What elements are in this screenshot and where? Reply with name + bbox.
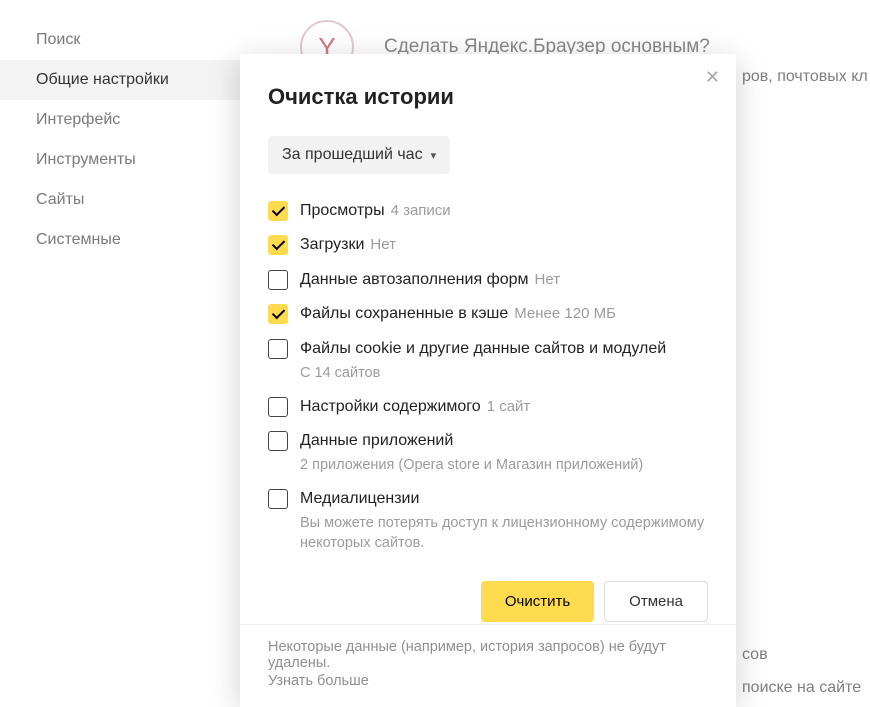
option-hint: Нет: [370, 236, 396, 253]
option-label: Данные автозаполнения форм: [300, 271, 529, 288]
option-downloads: Загрузки Нет: [268, 234, 708, 256]
option-sub: С 14 сайтов: [300, 364, 708, 384]
option-label: Настройки содержимого: [300, 398, 481, 415]
close-icon[interactable]: ✕: [705, 68, 720, 86]
sidebar-item-general[interactable]: Общие настройки: [0, 60, 245, 100]
sidebar-item-tools[interactable]: Инструменты: [0, 140, 245, 180]
option-sub: Вы можете потерять доступ к лицензионном…: [300, 514, 708, 553]
option-label: Просмотры: [300, 202, 385, 219]
option-sub: 2 приложения (Opera store и Магазин прил…: [300, 456, 708, 476]
checkbox-media-licenses[interactable]: [268, 489, 288, 509]
option-label: Файлы cookie и другие данные сайтов и мо…: [300, 340, 666, 357]
option-label: Данные приложений: [300, 432, 453, 449]
option-hint: Менее 120 МБ: [514, 305, 616, 322]
time-range-select[interactable]: За прошедший час ▾: [268, 136, 450, 174]
option-hint: 4 записи: [391, 202, 451, 219]
settings-sidebar: Поиск Общие настройки Интерфейс Инструме…: [0, 0, 245, 260]
sidebar-item-interface[interactable]: Интерфейс: [0, 100, 245, 140]
checkbox-views[interactable]: [268, 201, 288, 221]
cancel-button[interactable]: Отмена: [604, 581, 708, 622]
sidebar-item-sites[interactable]: Сайты: [0, 180, 245, 220]
checkbox-app-data[interactable]: [268, 431, 288, 451]
dialog-title: Очистка истории: [268, 84, 708, 110]
sidebar-item-search[interactable]: Поиск: [0, 20, 245, 60]
learn-more-link[interactable]: Узнать больше: [268, 673, 369, 689]
option-label: Загрузки: [300, 236, 364, 253]
option-app-data: Данные приложений 2 приложения (Opera st…: [268, 430, 708, 476]
checkbox-autofill[interactable]: [268, 270, 288, 290]
dialog-footer: Некоторые данные (например, история запр…: [240, 624, 736, 707]
option-cache: Файлы сохраненные в кэше Менее 120 МБ: [268, 303, 708, 325]
option-autofill: Данные автозаполнения форм Нет: [268, 269, 708, 291]
checkbox-cookies[interactable]: [268, 339, 288, 359]
dialog-body: Очистка истории За прошедший час ▾ Просм…: [240, 54, 736, 624]
option-cookies: Файлы cookie и другие данные сайтов и мо…: [268, 338, 708, 384]
option-views: Просмотры 4 записи: [268, 200, 708, 222]
option-hint: Нет: [535, 271, 561, 288]
checkbox-cache[interactable]: [268, 304, 288, 324]
sidebar-item-system[interactable]: Системные: [0, 220, 245, 260]
dialog-button-row: Очистить Отмена: [268, 581, 708, 622]
options-list: Просмотры 4 записи Загрузки Нет Данные авт…: [268, 200, 708, 553]
footer-text: Некоторые данные (например, история запр…: [268, 639, 708, 671]
chevron-down-icon: ▾: [431, 149, 437, 162]
clear-history-dialog: ✕ Очистка истории За прошедший час ▾ Про…: [240, 54, 736, 707]
checkbox-downloads[interactable]: [268, 235, 288, 255]
option-content-settings: Настройки содержимого 1 сайт: [268, 396, 708, 418]
option-hint: 1 сайт: [487, 398, 531, 415]
checkbox-content-settings[interactable]: [268, 397, 288, 417]
option-media-licenses: Медиалицензии Вы можете потерять доступ …: [268, 488, 708, 554]
option-label: Медиалицензии: [300, 490, 419, 507]
option-label: Файлы сохраненные в кэше: [300, 305, 508, 322]
bg-text-fragment-2: сов: [742, 646, 768, 664]
time-range-label: За прошедший час: [282, 146, 423, 164]
clear-button[interactable]: Очистить: [481, 581, 594, 622]
bg-text-fragment-1: ров, почтовых кл: [742, 68, 868, 86]
bg-text-fragment-3: поиске на сайте: [742, 679, 861, 697]
